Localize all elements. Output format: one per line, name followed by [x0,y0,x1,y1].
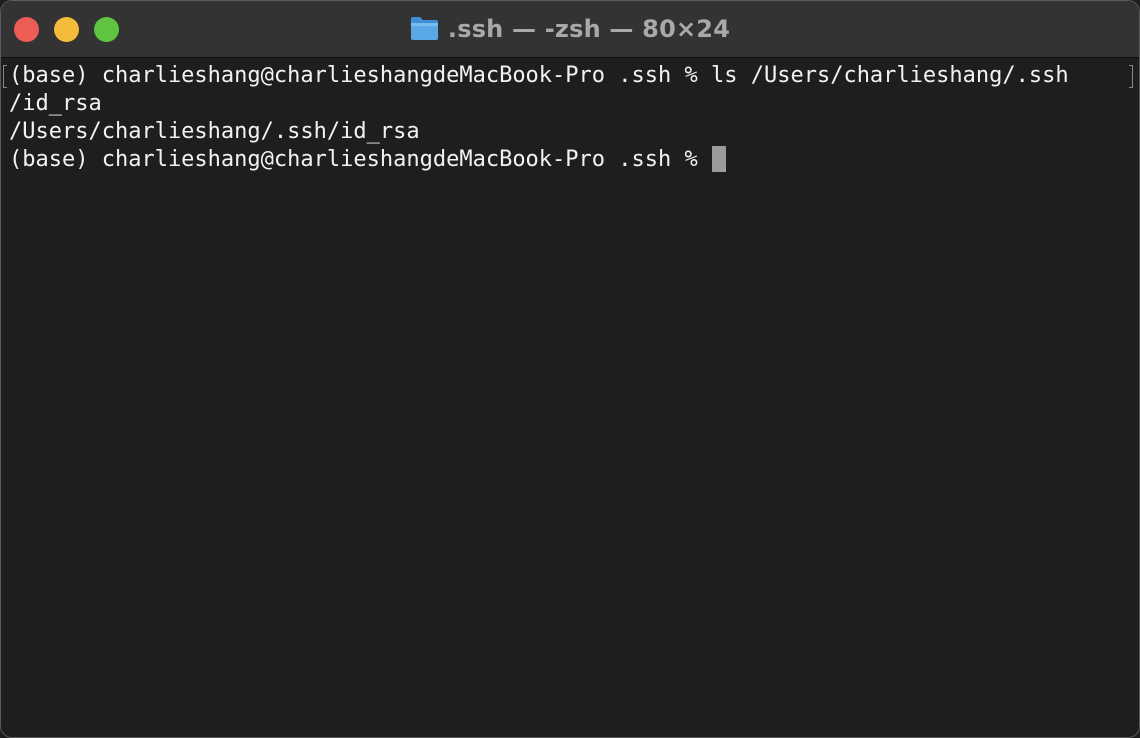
terminal-window: .ssh — -zsh — 80×24 (base) charlieshang@… [0,0,1140,738]
vertical-scrollbar[interactable] [1127,58,1139,737]
text-cursor [712,146,726,172]
window-title-group: .ssh — -zsh — 80×24 [1,1,1139,57]
line-mark-left [3,65,7,88]
terminal-line-3: /Users/charlieshang/.ssh/id_rsa [9,119,420,144]
window-title: .ssh — -zsh — 80×24 [447,15,731,43]
terminal-content[interactable]: (base) charlieshang@charlieshangdeMacBoo… [1,58,1139,737]
terminal-line-1: (base) charlieshang@charlieshangdeMacBoo… [9,63,1069,88]
folder-icon [410,17,438,40]
title-bar[interactable]: .ssh — -zsh — 80×24 [1,1,1139,58]
prompt-text: (base) charlieshang@charlieshangdeMacBoo… [9,147,711,172]
terminal-prompt-line[interactable]: (base) charlieshang@charlieshangdeMacBoo… [9,146,1134,174]
terminal-line-2: /id_rsa [9,91,102,116]
terminal-output: (base) charlieshang@charlieshangdeMacBoo… [9,62,1134,174]
